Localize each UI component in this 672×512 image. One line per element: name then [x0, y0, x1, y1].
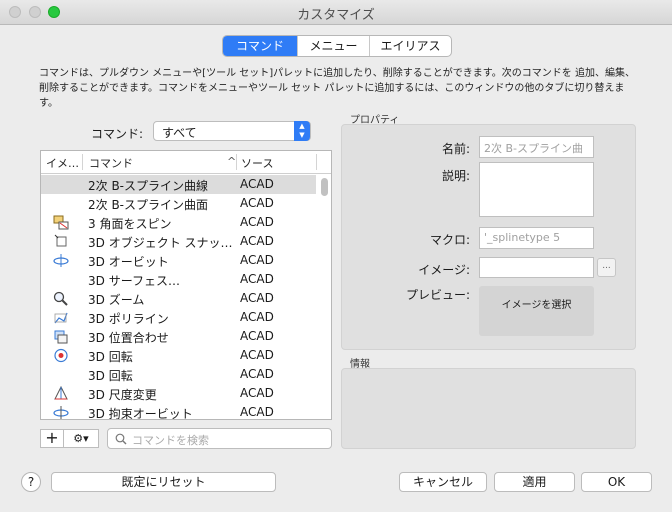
- command-name: 3D オブジェクト スナッ…: [88, 236, 233, 250]
- table-row[interactable]: 2次 B-スプライン曲線 ACAD: [41, 175, 316, 194]
- info-group: [341, 368, 636, 449]
- command-source: ACAD: [240, 367, 274, 381]
- command-source: ACAD: [240, 234, 274, 248]
- table-row[interactable]: 3D 尺度変更 ACAD: [41, 384, 316, 403]
- table-row[interactable]: 3D 回転 ACAD: [41, 346, 316, 365]
- command-name: 3D 回転: [88, 350, 133, 364]
- cancel-button[interactable]: キャンセル: [399, 472, 487, 492]
- help-button[interactable]: ?: [21, 472, 41, 492]
- command-source: ACAD: [240, 177, 274, 191]
- table-row[interactable]: 3D 拘束オービット ACAD: [41, 403, 316, 420]
- command-source: ACAD: [240, 348, 274, 362]
- command-search-field[interactable]: コマンドを検索: [107, 428, 332, 449]
- command-source: ACAD: [240, 272, 274, 286]
- command-filter-label: コマンド:: [91, 127, 144, 141]
- 3d-rotate-icon: [54, 348, 68, 363]
- search-placeholder: コマンドを検索: [132, 434, 209, 447]
- name-label: 名前:: [441, 142, 470, 156]
- title-bar: カスタマイズ: [0, 0, 672, 25]
- column-separator: [82, 154, 83, 170]
- macro-value: '_splinetype 5: [484, 231, 561, 244]
- column-separator: [316, 154, 317, 170]
- tab-commands[interactable]: コマンド: [223, 36, 298, 56]
- select-image-button[interactable]: イメージを選択: [479, 286, 594, 336]
- column-header-source[interactable]: ソース: [241, 155, 273, 171]
- command-source: ACAD: [240, 253, 274, 267]
- apply-button[interactable]: 適用: [494, 472, 575, 492]
- gear-menu-button[interactable]: ⚙▾: [63, 429, 99, 448]
- add-command-button[interactable]: +: [40, 429, 64, 448]
- preview-label: プレビュー:: [405, 288, 470, 302]
- command-name: 3D 位置合わせ: [88, 331, 169, 345]
- command-name: 2次 B-スプライン曲線: [88, 179, 209, 193]
- column-header-command[interactable]: コマンド: [89, 155, 133, 171]
- command-source: ACAD: [240, 310, 274, 324]
- command-name: 2次 B-スプライン曲面: [88, 198, 209, 212]
- command-source: ACAD: [240, 291, 274, 305]
- table-row[interactable]: 3D オービット ACAD: [41, 251, 316, 270]
- table-row[interactable]: 3D ポリライン ACAD: [41, 308, 316, 327]
- image-field[interactable]: [479, 257, 594, 278]
- command-name: 3D 尺度変更: [88, 388, 157, 402]
- table-row[interactable]: 3 角面をスピン ACAD: [41, 213, 316, 232]
- browse-image-button[interactable]: ...: [597, 258, 616, 277]
- sort-ascending-icon: ^: [227, 155, 237, 168]
- description-text: コマンドは、プルダウン メニューや[ツール セット]パレットに追加したり、削除す…: [39, 68, 635, 109]
- table-row[interactable]: 3D サーフェス… ACAD: [41, 270, 316, 289]
- command-name: 3D ズーム: [88, 293, 145, 307]
- ok-button[interactable]: OK: [581, 472, 652, 492]
- name-field[interactable]: 2次 B-スプライン曲: [479, 136, 594, 158]
- 3d-scale-icon: [54, 386, 68, 400]
- table-row[interactable]: 3D 回転 ACAD: [41, 365, 316, 384]
- magnifier-icon: [53, 291, 68, 306]
- command-table: イメ… コマンド ^ ソース 2次 B-スプライン曲線 ACAD 2次 B-スプ…: [40, 150, 332, 420]
- window-title: カスタマイズ: [297, 8, 375, 23]
- command-name: 3D 回転: [88, 369, 133, 383]
- command-name: 3 角面をスピン: [88, 217, 172, 231]
- popup-arrows-icon: ▲ ▼: [294, 121, 310, 141]
- 3dface-spin-icon: [53, 215, 69, 230]
- 3d-constrained-orbit-icon: [53, 406, 69, 419]
- table-row[interactable]: 2次 B-スプライン曲面 ACAD: [41, 194, 316, 213]
- command-source: ACAD: [240, 215, 274, 229]
- table-body: 2次 B-スプライン曲線 ACAD 2次 B-スプライン曲面 ACAD 3 角面…: [41, 175, 316, 420]
- table-row[interactable]: 3D ズーム ACAD: [41, 289, 316, 308]
- command-filter-value: すべて: [162, 126, 197, 140]
- macro-field[interactable]: '_splinetype 5: [479, 227, 594, 249]
- description-label: 説明:: [441, 169, 470, 183]
- command-name: 3D 拘束オービット: [88, 407, 193, 420]
- table-scrollbar[interactable]: [321, 178, 328, 196]
- search-icon: [115, 433, 127, 445]
- command-name: 3D サーフェス…: [88, 274, 180, 288]
- command-source: ACAD: [240, 329, 274, 343]
- table-row[interactable]: 3D 位置合わせ ACAD: [41, 327, 316, 346]
- command-source: ACAD: [240, 196, 274, 210]
- description-field[interactable]: [479, 162, 594, 217]
- command-name: 3D ポリライン: [88, 312, 169, 326]
- 3d-orbit-icon: [53, 254, 69, 267]
- tab-aliases[interactable]: エイリアス: [370, 36, 451, 56]
- name-value: 2次 B-スプライン曲: [484, 142, 584, 155]
- macro-label: マクロ:: [429, 233, 470, 247]
- command-source: ACAD: [240, 386, 274, 400]
- tab-menus[interactable]: メニュー: [298, 36, 370, 56]
- 3d-align-icon: [54, 330, 68, 344]
- command-name: 3D オービット: [88, 255, 169, 269]
- command-source: ACAD: [240, 405, 274, 419]
- command-filter-select[interactable]: すべて ▲ ▼: [153, 121, 311, 141]
- table-header: イメ… コマンド ^ ソース: [41, 151, 331, 174]
- tab-bar: コマンド メニュー エイリアス: [222, 35, 452, 57]
- 3d-osnap-icon: [54, 234, 67, 247]
- table-row[interactable]: 3D オブジェクト スナッ… ACAD: [41, 232, 316, 251]
- image-label: イメージ:: [418, 263, 470, 277]
- 3d-polyline-icon: [54, 312, 68, 324]
- reset-to-default-button[interactable]: 既定にリセット: [51, 472, 276, 492]
- column-separator: [236, 154, 237, 170]
- customize-window: カスタマイズ コマンド メニュー エイリアス コマンドは、プルダウン メニューや…: [0, 0, 672, 512]
- column-header-image[interactable]: イメ…: [46, 155, 79, 171]
